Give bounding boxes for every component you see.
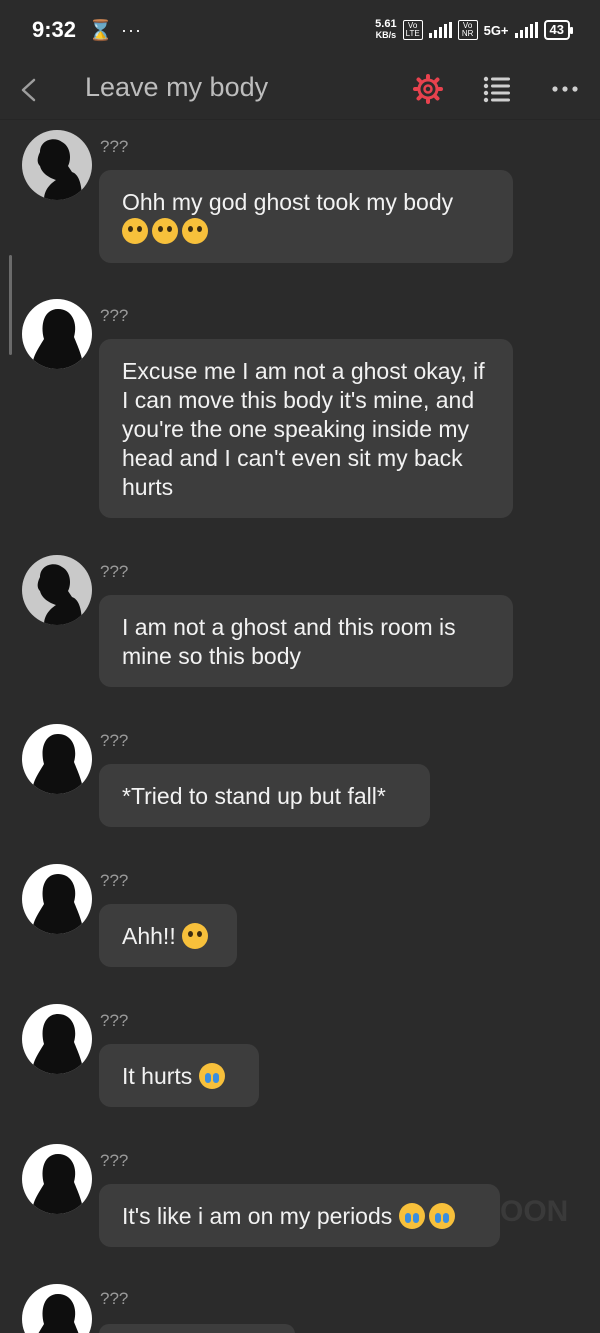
message-bubble[interactable]: *Tried to stand up but fall* xyxy=(99,764,430,827)
avatar[interactable] xyxy=(22,130,92,200)
avatar[interactable] xyxy=(22,299,92,369)
message-text: Ohh my god ghost took my body xyxy=(122,189,454,215)
hourglass-icon: ⌛ xyxy=(88,19,113,42)
message-bubble[interactable]: Ohh my god ghost took my body xyxy=(99,170,513,263)
sender-name: ??? xyxy=(100,871,129,890)
app-bar: Leave my body xyxy=(0,60,600,120)
scrollbar[interactable] xyxy=(9,255,12,355)
message-bubble[interactable]: I am not a ghost and this room is mine s… xyxy=(99,595,513,687)
status-bar: 9:32 ⌛ ··· 5.61 KB/s Vo LTE Vo NR 5G+ 43 xyxy=(0,0,600,60)
message-bubble[interactable]: Excuse me I am not a ghost okay, if I ca… xyxy=(99,339,513,518)
volte-lte-badge: Vo LTE xyxy=(402,20,423,40)
signal-icon xyxy=(428,22,452,38)
avatar[interactable] xyxy=(22,1284,92,1333)
dizzy-face-icon xyxy=(182,218,208,244)
battery-icon: 43 xyxy=(543,20,574,40)
speed-value: 5.61 xyxy=(375,18,397,30)
message-text: It's like i am on my periods xyxy=(122,1203,393,1229)
avatar[interactable] xyxy=(22,1004,92,1074)
watermark: OON xyxy=(500,1195,569,1228)
sender-name: ??? xyxy=(100,562,129,581)
sender-name: ??? xyxy=(100,306,129,325)
crying-face-icon xyxy=(428,1203,455,1229)
message-text: I am not a ghost and this room is mine s… xyxy=(122,614,456,669)
dizzy-face-icon xyxy=(152,218,178,244)
speed-unit: KB/s xyxy=(375,30,397,40)
message-text: *Tried to stand up but fall* xyxy=(122,783,386,809)
list-icon[interactable] xyxy=(483,74,511,104)
status-time: 9:32 xyxy=(32,17,77,42)
network-speed: 5.61 KB/s xyxy=(375,19,396,41)
message-text: Ahh!! xyxy=(122,923,176,949)
avatar[interactable] xyxy=(22,864,92,934)
sender-name: ??? xyxy=(100,1289,129,1308)
sender-name: ??? xyxy=(100,731,129,750)
more-horizontal-icon[interactable] xyxy=(550,74,580,104)
message-bubble[interactable] xyxy=(99,1324,295,1333)
message-bubble[interactable]: It's like i am on my periods xyxy=(99,1184,500,1247)
message-text: Excuse me I am not a ghost okay, if I ca… xyxy=(122,358,485,500)
sender-name: ??? xyxy=(100,1151,129,1170)
crying-face-icon xyxy=(398,1203,425,1229)
chevron-left-icon[interactable] xyxy=(14,70,44,110)
avatar[interactable] xyxy=(22,724,92,794)
crying-face-icon xyxy=(198,1063,225,1089)
gear-icon[interactable] xyxy=(413,72,443,106)
status-right: 5.61 KB/s Vo LTE Vo NR 5G+ 43 xyxy=(375,19,574,41)
message-text: It hurts xyxy=(122,1063,193,1089)
status-more-icon: ··· xyxy=(120,19,142,40)
sender-name: ??? xyxy=(100,1011,129,1030)
message-bubble[interactable]: It hurts xyxy=(99,1044,259,1107)
network-type: 5G+ xyxy=(483,22,509,38)
avatar[interactable] xyxy=(22,1144,92,1214)
confounded-face-icon xyxy=(182,923,209,949)
avatar[interactable] xyxy=(22,555,92,625)
message-bubble[interactable]: Ahh!! xyxy=(99,904,237,967)
sender-name: ??? xyxy=(100,137,129,156)
dizzy-face-icon xyxy=(122,218,148,244)
volte-nr-badge: Vo NR xyxy=(457,20,478,40)
signal-icon-2 xyxy=(514,22,538,38)
page-title: Leave my body xyxy=(85,72,269,102)
